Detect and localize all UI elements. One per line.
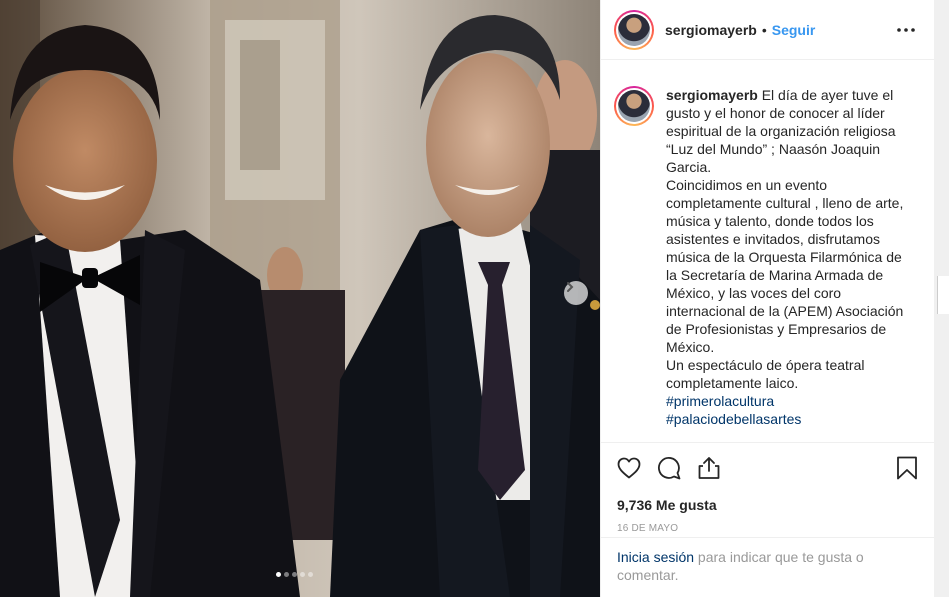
carousel-dot xyxy=(284,572,289,577)
caption-line: México, y las voces del coro xyxy=(666,285,842,301)
more-horizontal-icon xyxy=(897,27,915,32)
chevron-right-icon xyxy=(567,282,574,292)
hashtag-link[interactable]: #primerolacultura xyxy=(666,392,908,410)
caption-line: El día de ayer tuve el xyxy=(757,87,894,103)
caption-line: espiritual de la organización religiosa xyxy=(666,123,896,139)
caption-line: música de la Orquesta Filarmónica de xyxy=(666,249,902,265)
caption-line: México. xyxy=(666,339,715,355)
caption-line: “Luz del Mundo” ; Naasón Joaquin xyxy=(666,141,881,157)
caption-text: sergiomayerb El día de ayer tuve el gust… xyxy=(666,86,908,442)
caption-username[interactable]: sergiomayerb xyxy=(666,87,758,103)
next-slide-button[interactable] xyxy=(564,281,588,305)
instagram-post-modal: sergiomayerb • Seguir sergiomayerb El dí… xyxy=(0,0,949,597)
save-button[interactable] xyxy=(894,455,920,481)
comment-icon xyxy=(658,457,681,480)
avatar[interactable] xyxy=(614,9,654,50)
login-prompt-text: para indicar que te gusta o xyxy=(694,549,864,565)
caption-line: música y talento, donde todos los xyxy=(666,213,874,229)
caption-line: completamente cultural , lleno de arte, xyxy=(666,195,904,211)
post-photo[interactable] xyxy=(0,0,600,597)
likes-count[interactable]: 9,736 Me gusta xyxy=(601,493,934,517)
caption-line: Garcia. xyxy=(666,159,712,175)
caption-line: de Profesionistas y Empresarios de xyxy=(666,321,887,337)
caption-line: gusto y el honor de conocer al líder xyxy=(666,105,885,121)
separator-dot: • xyxy=(761,21,767,38)
post-side-panel: sergiomayerb • Seguir sergiomayerb El dí… xyxy=(600,0,934,597)
username-link[interactable]: sergiomayerb xyxy=(665,22,757,38)
page-edge-strip xyxy=(934,0,949,597)
carousel-dot xyxy=(300,572,305,577)
caption-line: Coincidimos en un evento xyxy=(666,177,828,193)
login-link[interactable]: Inicia sesión xyxy=(617,549,694,565)
follow-button[interactable]: Seguir xyxy=(772,22,816,38)
carousel-indicators xyxy=(276,572,313,577)
share-button[interactable] xyxy=(696,455,722,481)
more-options-button[interactable] xyxy=(894,18,918,42)
heart-icon xyxy=(617,457,641,479)
caption-section: sergiomayerb El día de ayer tuve el gust… xyxy=(601,60,934,443)
caption-line: internacional de la (APEM) Asociación xyxy=(666,303,904,319)
login-prompt: Inicia sesión para indicar que te gusta … xyxy=(601,537,934,594)
caption-line: la Secretaría de Marina Armada de xyxy=(666,267,884,283)
carousel-dot xyxy=(308,572,313,577)
action-bar xyxy=(601,443,934,493)
share-icon xyxy=(698,457,720,479)
avatar[interactable] xyxy=(614,86,654,126)
carousel-dot xyxy=(292,572,297,577)
caption-line: Un espectáculo de ópera teatral xyxy=(666,357,865,373)
post-date: 16 DE MAYO xyxy=(617,523,679,534)
like-button[interactable] xyxy=(616,455,642,481)
photo-illustration xyxy=(0,0,600,597)
hashtag-link[interactable]: #palaciodebellasartes xyxy=(666,410,908,428)
next-post-arrow[interactable] xyxy=(937,276,949,314)
caption-line: asistentes e invitados, disfrutamos xyxy=(666,231,880,247)
bookmark-icon xyxy=(897,456,917,480)
login-prompt-text: comentar. xyxy=(617,567,679,583)
caption-line: completamente laico. xyxy=(666,375,799,391)
carousel-dot xyxy=(276,572,281,577)
comment-button[interactable] xyxy=(656,455,682,481)
post-header: sergiomayerb • Seguir xyxy=(601,0,934,60)
